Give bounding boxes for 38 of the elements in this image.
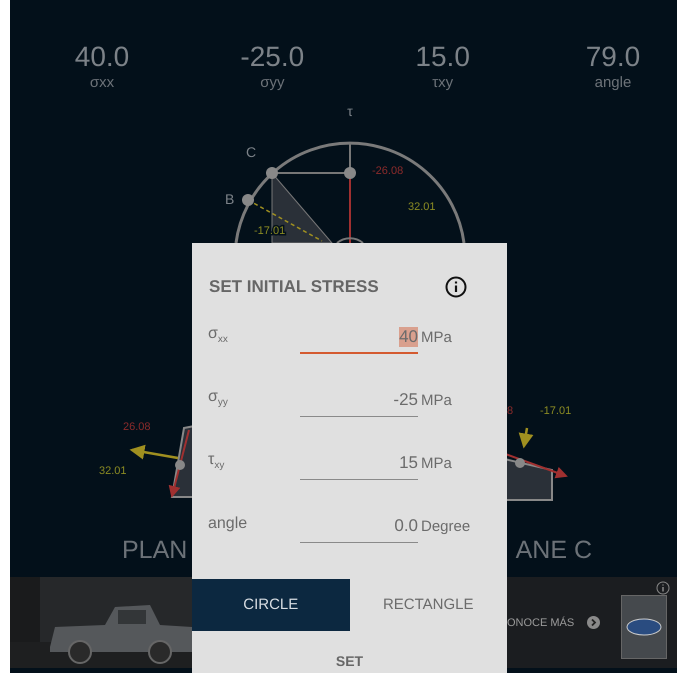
point-label: B — [225, 191, 234, 207]
emblem-icon — [621, 595, 667, 659]
stat-value: 40.0 — [74, 42, 130, 72]
value-label: -26.08 — [372, 165, 404, 177]
chevron-icon[interactable] — [587, 616, 600, 629]
stat-label: σyy — [260, 74, 284, 91]
stat-label: σxx — [90, 74, 114, 91]
value-label: 8 — [507, 405, 514, 417]
input-field[interactable]: 15 — [300, 448, 418, 480]
input-field[interactable]: -25 — [300, 384, 418, 417]
info-icon[interactable] — [445, 276, 467, 298]
value-label: 26.08 — [123, 421, 151, 433]
dialog-title: SET INITIAL STRESS — [209, 277, 379, 298]
unit-label: MPa — [421, 329, 452, 346]
mode-tab[interactable]: CIRCLE — [192, 578, 350, 631]
field-label: τ$_{xy}$ — [208, 450, 226, 472]
unit-label: MPa — [421, 392, 452, 410]
input-field[interactable]: 0.0 — [300, 510, 418, 543]
stat-label: angle — [594, 74, 632, 91]
point-label: C — [246, 144, 256, 160]
unit-label: MPa — [421, 455, 452, 472]
value-label: -17.01 — [540, 405, 572, 417]
stat-value: -25.0 — [240, 42, 304, 72]
mode-tab[interactable]: RECTANGLE — [350, 578, 507, 631]
stat-value: 15.0 — [415, 42, 470, 72]
value-label: 32.01 — [99, 465, 127, 477]
input-field[interactable]: 40 — [300, 322, 418, 354]
field-label: σ$_{xx}$ — [208, 324, 229, 346]
unit-label: Degree — [421, 518, 470, 536]
plane-title: PLAN — [122, 536, 188, 564]
field-label: σ$_{yy}$ — [208, 388, 229, 408]
axis-label: τ — [347, 103, 353, 119]
stat-label: τxy — [432, 74, 454, 91]
stat-value: 79.0 — [586, 42, 640, 72]
value-label: 32.01 — [408, 201, 436, 213]
plane-title: ANE C — [516, 536, 592, 564]
ad-link[interactable]: ONOCE MÁS — [507, 617, 574, 629]
field-label: angle — [208, 514, 248, 533]
